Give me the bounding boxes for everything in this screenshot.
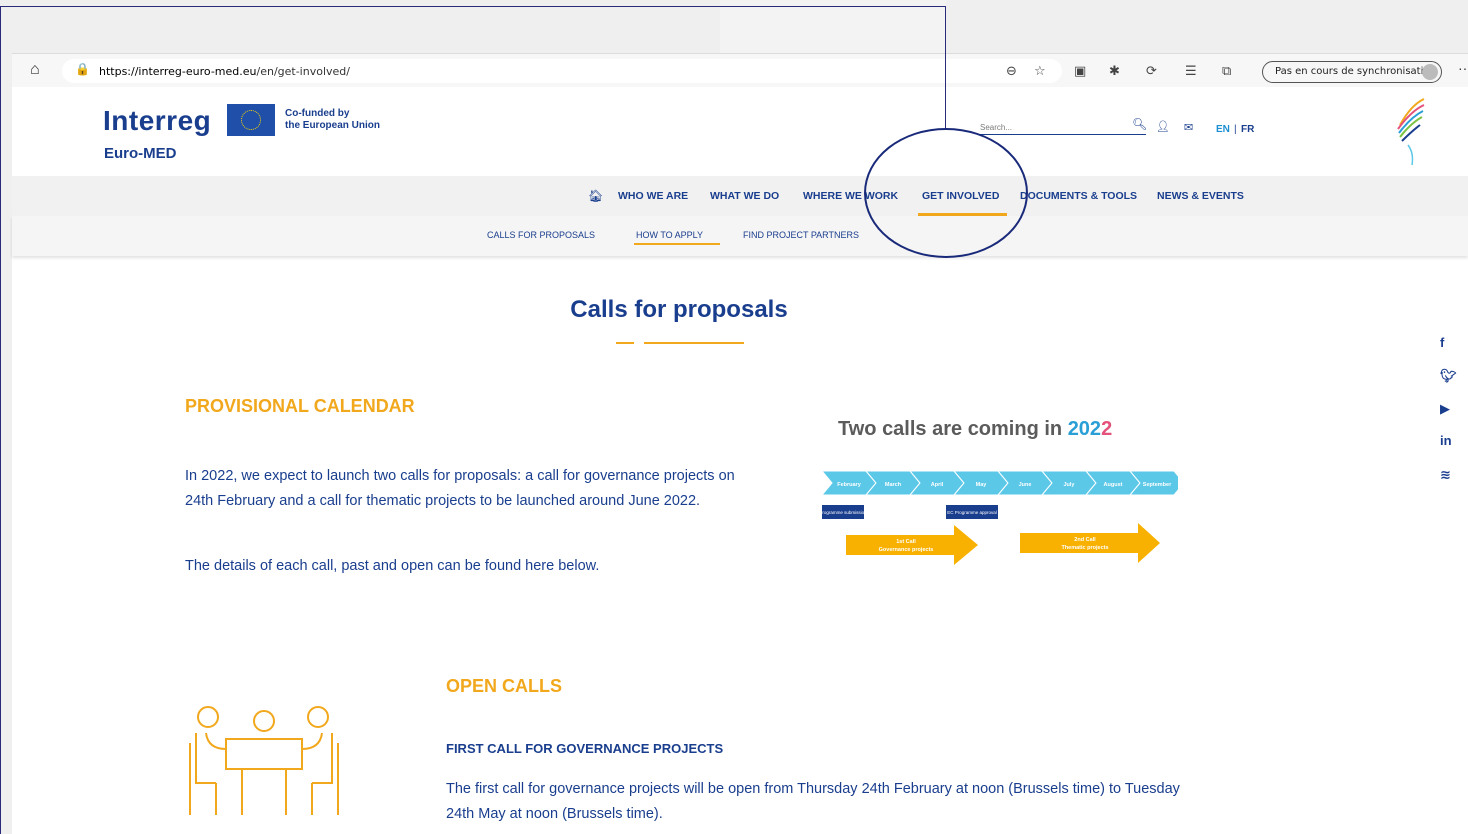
zoom-icon[interactable]: ⊖ <box>1006 63 1017 79</box>
second-call-arrow-sublabel: Thematic projects <box>1061 545 1108 551</box>
calendar-graphic-year-part2: 2 <box>1101 418 1113 440</box>
open-calls-heading: OPEN CALLS <box>446 676 563 696</box>
first-call-arrow <box>846 525 978 565</box>
month-label: September <box>1143 482 1172 488</box>
user-icon[interactable]: 👤︎ <box>1156 120 1170 133</box>
month-label: April <box>931 482 944 488</box>
first-call-arrow-label: 1st Call <box>896 539 916 545</box>
mail-icon[interactable]: ✉ <box>1184 121 1193 134</box>
nav-what-we-do[interactable]: WHAT WE DO <box>710 190 779 202</box>
cofunded-line2: the European Union <box>285 120 380 131</box>
first-call-text: The first call for governance projects w… <box>446 781 1180 822</box>
logo-euromed[interactable]: Euro-MED <box>104 145 177 162</box>
extension-3-icon[interactable]: ⟳ <box>1146 63 1157 79</box>
subnav-find-project-partners[interactable]: FIND PROJECT PARTNERS <box>743 230 859 240</box>
url-path: /en/get-involved/ <box>256 65 350 78</box>
facebook-icon[interactable]: f <box>1440 335 1444 350</box>
annotation-line <box>0 6 946 7</box>
title-decoration <box>616 342 634 344</box>
logo-interreg[interactable]: Interreg <box>103 105 211 137</box>
calendar-paragraph-2: The details of each call, past and open … <box>185 558 600 574</box>
month-label: July <box>1063 482 1075 488</box>
month-label: February <box>837 482 861 488</box>
twitter-icon[interactable]: 🐦︎ <box>1440 368 1457 384</box>
subnav-how-to-apply[interactable]: HOW TO APPLY <box>636 230 703 240</box>
linkedin-icon[interactable]: in <box>1440 433 1452 448</box>
calendar-graphic-year-part1: 202 <box>1067 418 1102 440</box>
lang-separator: | <box>1234 124 1237 135</box>
nav-who-we-are[interactable]: WHO WE ARE <box>618 190 688 202</box>
rss-icon[interactable]: ≋ <box>1440 467 1451 483</box>
url-text[interactable]: https://interreg-euro-med.eu/en/get-invo… <box>99 65 350 78</box>
screenshot-frame: ⌂ 🔒 https://interreg-euro-med.eu/en/get-… <box>0 0 1468 834</box>
second-call-arrow-label: 2nd Call <box>1074 537 1096 543</box>
annotation-circle <box>864 128 1028 258</box>
month-label: August <box>1104 482 1123 488</box>
lang-en-link[interactable]: EN <box>1216 124 1230 135</box>
favorite-add-icon[interactable]: ☆ <box>1034 63 1046 79</box>
annotation-line-left <box>0 6 1 834</box>
title-decoration-long <box>644 342 744 344</box>
browser-toolbar: ⌂ 🔒 https://interreg-euro-med.eu/en/get-… <box>12 53 1468 87</box>
search-icon[interactable]: 🔍︎ <box>1132 117 1147 131</box>
browser-tab-area <box>720 0 946 53</box>
calendar-paragraph: In 2022, we expect to launch two calls f… <box>185 468 735 509</box>
sync-label: Pas en cours de synchronisation <box>1275 66 1436 77</box>
programme-submission-label: Programme submission <box>819 510 867 515</box>
eu-flag-icon <box>227 104 275 136</box>
url-host: https://interreg-euro-med.eu <box>99 65 257 78</box>
avatar <box>1422 64 1438 80</box>
lock-icon[interactable]: 🔒 <box>75 62 90 76</box>
month-label: June <box>1019 482 1032 488</box>
home-nav-icon[interactable]: 🏠︎ <box>588 189 603 203</box>
month-label: May <box>976 482 988 488</box>
sub-nav <box>12 216 1468 256</box>
meeting-table-icon <box>189 706 339 815</box>
youtube-icon[interactable]: ▶ <box>1440 401 1450 417</box>
calendar-graphic-title: Two calls are coming in 2022 <box>838 418 1112 441</box>
calendar-graphic: February March April May June July August Septe… <box>819 470 1178 565</box>
euromed-mark-icon <box>1397 98 1425 166</box>
nav-documents-tools[interactable]: DOCUMENTS & TOOLS <box>1020 190 1137 202</box>
favorites-icon[interactable]: ☰ <box>1185 63 1197 79</box>
website: Interreg Euro-MED Co-funded by the Europ… <box>12 87 1468 834</box>
profile-sync-button[interactable]: Pas en cours de synchronisation <box>1262 61 1442 83</box>
month-label: March <box>885 482 902 488</box>
collections-icon[interactable]: ⧉ <box>1222 63 1231 79</box>
nav-news-events[interactable]: NEWS & EVENTS <box>1157 190 1244 202</box>
cofunded-text: Co-funded by the European Union <box>285 108 380 132</box>
lang-fr-link[interactable]: FR <box>1241 124 1254 135</box>
extension-2-icon[interactable]: ✱ <box>1109 63 1120 79</box>
calendar-graphic-title-prefix: Two calls are coming in <box>838 418 1068 440</box>
search-input[interactable]: Search... <box>980 123 1012 132</box>
more-menu-icon[interactable]: ··· <box>1458 60 1468 76</box>
extension-icon[interactable]: ▣ <box>1074 63 1086 79</box>
subnav-calls-for-proposals[interactable]: CALLS FOR PROPOSALS <box>487 230 595 240</box>
page-title: Calls for proposals <box>570 296 788 323</box>
search-underline <box>980 134 1146 135</box>
annotation-line-down <box>945 6 946 130</box>
cofunded-line1: Co-funded by <box>285 108 350 119</box>
home-icon[interactable]: ⌂ <box>30 61 40 79</box>
ec-approval-label: EC Programme approval <box>947 510 997 515</box>
first-call-arrow-sublabel: Governance projects <box>879 547 934 553</box>
calendar-heading: PROVISIONAL CALENDAR <box>185 396 415 416</box>
first-call-heading: FIRST CALL FOR GOVERNANCE PROJECTS <box>446 741 724 756</box>
subnav-active-underline <box>634 243 720 245</box>
second-call-arrow <box>1020 523 1160 563</box>
